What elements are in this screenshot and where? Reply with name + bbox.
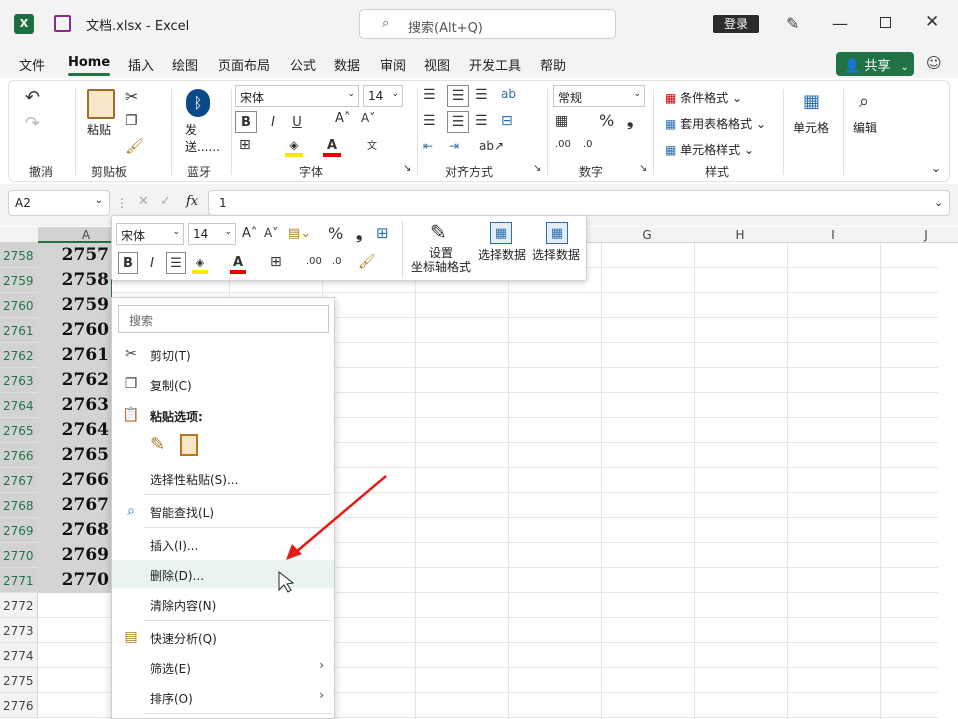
annotation-overlay [278, 475, 387, 593]
red-arrow-line [295, 475, 387, 553]
red-arrow-head [286, 544, 302, 560]
mouse-cursor-icon [278, 570, 295, 593]
